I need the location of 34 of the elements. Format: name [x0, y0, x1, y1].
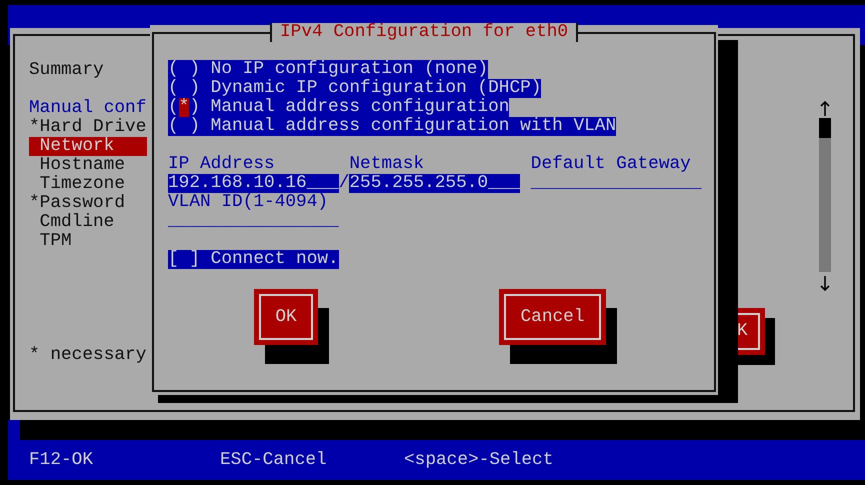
- separator: /: [338, 174, 350, 193]
- key-hint: <space>-Select: [404, 450, 554, 470]
- radio-option[interactable]: ( ) Dynamic IP configuration (DHCP): [168, 79, 542, 98]
- input-field[interactable]: 192.168.10.16___: [168, 174, 339, 193]
- sidebar-item[interactable]: *Hard Drive: [29, 118, 147, 137]
- radio-indicator: (*): [168, 97, 200, 117]
- key-hint: ESC-Cancel: [220, 450, 328, 470]
- radio-indicator: ( ): [168, 59, 200, 79]
- dialog-button[interactable]: OK: [254, 289, 318, 345]
- field-label: VLAN ID(1-4094): [168, 193, 328, 212]
- sidebar-item[interactable]: Summary: [29, 61, 147, 80]
- input-field[interactable]: ________________: [168, 212, 339, 231]
- sidebar-heading: Manual conf: [29, 99, 148, 118]
- radio-option[interactable]: ( ) Manual address configuration with VLAN: [168, 117, 616, 136]
- sidebar-item[interactable]: TPM: [29, 232, 147, 251]
- radio-indicator: ( ): [168, 78, 200, 98]
- scrollbar[interactable]: [817, 100, 833, 292]
- sidebar-item[interactable]: *Password: [29, 194, 147, 213]
- checkbox[interactable]: [ ] Connect now.: [168, 250, 339, 269]
- footnote: * necessary: [29, 346, 148, 365]
- radio-indicator: ( ): [168, 116, 200, 136]
- sidebar-item[interactable]: Hostname: [29, 156, 147, 175]
- radio-option[interactable]: ( ) No IP configuration (none): [168, 60, 488, 79]
- sidebar-item[interactable]: Timezone: [29, 175, 147, 194]
- field-label: Netmask: [349, 155, 424, 174]
- key-hint: F12-OK: [29, 450, 94, 470]
- sidebar-item[interactable]: Network: [29, 137, 147, 156]
- radio-option[interactable]: (*) Manual address configuration: [168, 98, 510, 117]
- dialog-button[interactable]: Cancel: [499, 289, 606, 345]
- input-field[interactable]: ________________: [530, 174, 702, 193]
- field-label: Default Gateway: [530, 155, 691, 174]
- dialog-title: IPv4 Configuration for eth0: [270, 23, 578, 42]
- field-label: IP Address: [168, 155, 275, 174]
- sidebar-item[interactable]: Cmdline: [29, 213, 147, 232]
